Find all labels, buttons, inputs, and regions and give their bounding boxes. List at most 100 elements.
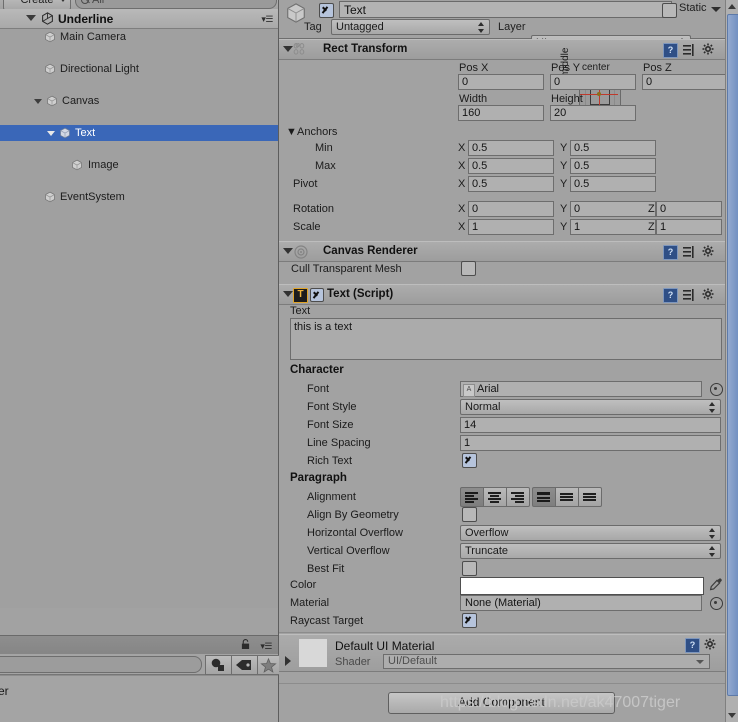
material-object-field[interactable]: None (Material) [460, 595, 702, 611]
font-size-input[interactable]: 14 [460, 417, 721, 433]
text-script-enabled-checkbox[interactable] [310, 288, 324, 302]
raycast-target-checkbox[interactable] [462, 613, 477, 628]
scroll-up-arrow-icon[interactable] [728, 4, 736, 9]
hierarchy-item-main-camera[interactable]: Main Camera [0, 29, 278, 45]
font-style-dropdown[interactable]: Normal [460, 399, 721, 415]
align-by-geometry-checkbox[interactable] [462, 507, 477, 522]
unity-logo-icon [42, 12, 53, 25]
align-middle-button[interactable] [556, 487, 579, 507]
preset-icon[interactable] [683, 44, 695, 56]
hierarchy-item-image[interactable]: Image [0, 157, 278, 173]
gear-icon[interactable] [702, 245, 715, 258]
tag-dropdown[interactable]: Untagged [331, 19, 490, 35]
project-search-input[interactable] [0, 656, 202, 673]
anchor-min-x-input[interactable]: 0.5 [468, 140, 554, 156]
help-icon[interactable]: ? [663, 245, 678, 260]
hierarchy-item-eventsystem[interactable]: EventSystem [0, 189, 278, 205]
foldout-icon[interactable] [283, 291, 293, 297]
lock-icon[interactable] [241, 639, 250, 650]
gear-icon[interactable] [704, 638, 717, 651]
pos-z-input[interactable]: 0 [642, 74, 725, 90]
hierarchy-item-directional-light[interactable]: Directional Light [0, 61, 278, 77]
help-icon[interactable]: ? [685, 638, 700, 653]
hierarchy-item-text[interactable]: Text [0, 125, 278, 141]
scene-root-row[interactable]: Underline ▾☰ [0, 9, 278, 29]
help-icon[interactable]: ? [663, 43, 678, 58]
foldout-icon[interactable] [283, 46, 293, 52]
inspector-scrollbar[interactable] [725, 0, 738, 722]
gear-icon[interactable] [702, 288, 715, 301]
anchors-foldout-triangle[interactable]: ▼ [286, 126, 297, 138]
align-right-button[interactable] [507, 487, 530, 507]
cull-transparent-mesh-checkbox[interactable] [461, 261, 476, 276]
axis-y-label: Y [560, 160, 568, 172]
width-input[interactable]: 160 [458, 105, 544, 121]
anchor-max-y-input[interactable]: 0.5 [570, 158, 656, 174]
help-icon[interactable]: ? [663, 288, 678, 303]
align-center-button[interactable] [484, 487, 507, 507]
hierarchy-search-input[interactable]: All [75, 0, 277, 9]
eyedropper-icon[interactable] [709, 577, 723, 592]
options-menu-icon[interactable]: ▾☰ [261, 14, 273, 25]
paragraph-section-label: Paragraph [290, 472, 347, 484]
text-script-header[interactable]: T Text (Script) ? [279, 284, 725, 305]
scale-z-input[interactable]: 1 [656, 219, 722, 235]
selection-highlight [0, 125, 278, 141]
label-tag-glyph [236, 660, 251, 670]
filter-by-label-icon[interactable] [231, 655, 259, 675]
best-fit-checkbox[interactable] [462, 561, 477, 576]
height-input[interactable]: 20 [550, 105, 636, 121]
gear-icon[interactable] [702, 43, 715, 56]
anchor-min-y-input[interactable]: 0.5 [570, 140, 656, 156]
rotation-x-input[interactable]: 0 [468, 201, 554, 217]
foldout-icon[interactable] [34, 99, 42, 104]
project-content: er [0, 675, 278, 722]
rich-text-checkbox[interactable] [462, 453, 477, 468]
gameobject-name-input[interactable]: Text [339, 1, 672, 18]
foldout-icon[interactable] [47, 131, 55, 136]
anchor-max-x-input[interactable]: 0.5 [468, 158, 554, 174]
foldout-right-icon[interactable] [285, 656, 291, 666]
line-spacing-input[interactable]: 1 [460, 435, 721, 451]
shader-dropdown[interactable]: UI/Default [383, 654, 710, 669]
color-swatch-field[interactable] [460, 577, 704, 595]
vertical-overflow-dropdown[interactable]: Truncate [460, 543, 721, 559]
font-asset-icon: A [463, 384, 475, 397]
pos-y-input[interactable]: 0 [550, 74, 636, 90]
pos-x-input[interactable]: 0 [458, 74, 544, 90]
horizontal-overflow-dropdown[interactable]: Overflow [460, 525, 721, 541]
favorites-star-icon[interactable] [257, 655, 280, 675]
updown-arrows-icon [478, 22, 485, 33]
options-menu-icon[interactable]: ▾☰ [260, 641, 272, 652]
align-bottom-button[interactable] [579, 487, 602, 507]
filter-by-type-icon[interactable] [205, 655, 233, 675]
align-left-button[interactable] [460, 487, 484, 507]
scene-foldout-icon[interactable] [26, 15, 36, 21]
canvas-renderer-header[interactable]: Canvas Renderer ? [279, 241, 725, 262]
project-panel: ▾☰ er [0, 608, 280, 722]
preset-icon[interactable] [683, 289, 695, 301]
material-picker-icon[interactable] [710, 597, 723, 610]
scale-y-input[interactable]: 1 [570, 219, 656, 235]
gameobject-enabled-checkbox[interactable] [319, 3, 334, 18]
scale-x-input[interactable]: 1 [468, 219, 554, 235]
shader-value: UI/Default [388, 655, 437, 667]
font-picker-icon[interactable] [710, 383, 723, 396]
rotation-y-input[interactable]: 0 [570, 201, 656, 217]
hierarchy-item-canvas[interactable]: Canvas [0, 93, 278, 109]
chevron-down-icon[interactable] [711, 7, 721, 12]
pivot-y-input[interactable]: 0.5 [570, 176, 656, 192]
font-object-field[interactable]: A Arial [460, 381, 702, 397]
scene-name: Underline [58, 12, 114, 26]
text-content-textarea[interactable]: this is a text [290, 318, 722, 360]
rotation-z-input[interactable]: 0 [656, 201, 722, 217]
align-top-button[interactable] [532, 487, 556, 507]
rect-transform-header[interactable]: Rect Transform ? [279, 39, 725, 60]
static-checkbox[interactable] [662, 3, 677, 18]
scroll-down-arrow-icon[interactable] [728, 713, 736, 718]
foldout-icon[interactable] [283, 248, 293, 254]
scrollbar-thumb[interactable] [727, 14, 738, 696]
pivot-x-input[interactable]: 0.5 [468, 176, 554, 192]
preset-icon[interactable] [683, 246, 695, 258]
hierarchy-item-label: Image [88, 159, 119, 171]
